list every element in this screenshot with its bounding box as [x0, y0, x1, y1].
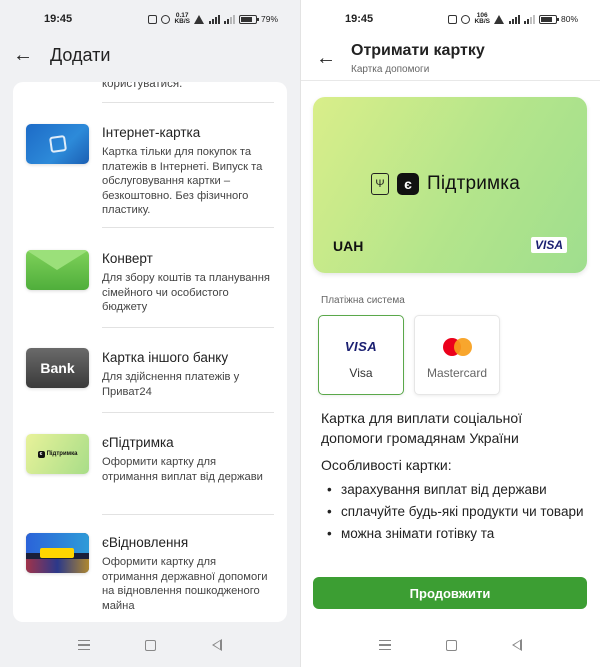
list-item-cutoff-text: користуватися.: [102, 82, 183, 90]
recent-apps-icon[interactable]: [77, 640, 90, 650]
visa-logo-icon: VISA: [530, 237, 567, 253]
back-arrow-icon[interactable]: ←: [12, 44, 34, 66]
battery-icon: [538, 14, 559, 24]
payment-option-visa[interactable]: VISA Visa: [318, 315, 404, 395]
card-brand: Ψ є Підтримка: [371, 173, 520, 195]
trident-icon: Ψ: [371, 173, 389, 195]
item-title: єПідтримка: [102, 435, 174, 450]
nfc-icon: [148, 14, 158, 24]
thumb-label: Підтримка: [46, 451, 78, 457]
status-icons: 106 KB/S 80%: [448, 12, 578, 25]
features-title: Особливості картки:: [321, 457, 452, 473]
product-list: користуватися. Інтернет-картка Картка ті…: [13, 82, 287, 622]
payment-system-label: Платіжна система: [321, 295, 405, 306]
left-screen: 19:45 0.17 KB/S 79% ← Додати користуватис…: [0, 0, 300, 667]
list-item-internet-card[interactable]: Інтернет-картка Картка тільки для покупо…: [13, 119, 287, 244]
back-arrow-icon[interactable]: ←: [315, 47, 337, 69]
envelope-thumbnail: [26, 250, 89, 290]
wifi-icon: [194, 15, 205, 24]
e-logo-icon: є: [397, 173, 419, 195]
status-time: 19:45: [44, 13, 73, 25]
list-item-evidnovlennya[interactable]: єВідновлення Оформити картку для отриман…: [13, 529, 287, 622]
net-speed: 0.17 KB/S: [174, 12, 190, 25]
signal-icon: [223, 14, 235, 24]
item-title: Картка іншого банку: [102, 350, 229, 365]
right-screen: 19:45 106 KB/S 80% ← Отримати картку Карт…: [300, 0, 600, 667]
signal-icon: [208, 14, 220, 24]
divider: [102, 514, 274, 515]
system-nav-bar: [301, 623, 600, 667]
card-currency: UAH: [333, 238, 364, 254]
payment-option-label: Mastercard: [426, 366, 488, 380]
item-description: Для здійснення платежів у Приват24: [102, 371, 240, 398]
e-logo-icon: є: [37, 450, 45, 458]
alarm-icon: [461, 14, 471, 24]
payment-option-label: Visa: [349, 366, 373, 380]
mastercard-logo-icon: [442, 338, 472, 356]
signal-icon: [523, 14, 535, 24]
status-bar: 19:45 106 KB/S 80%: [301, 0, 600, 38]
card-description: Картка для виплати соціальної допомоги г…: [321, 410, 523, 446]
item-title: єВідновлення: [102, 535, 189, 550]
feature-item: можна знімати готівку та: [327, 524, 586, 544]
page-subtitle: Картка допомоги: [351, 63, 430, 75]
home-icon[interactable]: [145, 639, 157, 651]
bank-card-thumbnail: Bank: [26, 348, 89, 388]
item-description: Оформити картку для отримання виплат від…: [102, 456, 263, 483]
divider: [102, 327, 274, 328]
list-item-other-bank-card[interactable]: Bank Картка іншого банку Для здійснення …: [13, 344, 287, 414]
divider: [102, 412, 274, 413]
features-list: зарахування виплат від держави сплачуйте…: [327, 480, 586, 546]
recent-apps-icon[interactable]: [378, 640, 391, 650]
battery-percent: 80%: [560, 14, 578, 24]
item-description: Оформити картку для отримання державної …: [102, 556, 268, 612]
item-description: Для збору коштів та планування сімейного…: [102, 272, 270, 313]
list-item-envelope[interactable]: Конверт Для збору коштів та планування с…: [13, 244, 287, 329]
top-bar: ← Отримати картку Картка допомоги: [301, 38, 600, 78]
visa-logo-icon: VISA: [344, 339, 378, 354]
system-back-icon[interactable]: [512, 639, 523, 651]
signal-icon: [508, 14, 520, 24]
page-title: Додати: [50, 44, 111, 65]
list-item-epidtrymka[interactable]: є Підтримка єПідтримка Оформити картку д…: [13, 430, 287, 516]
top-bar: ← Додати: [0, 38, 300, 72]
system-back-icon[interactable]: [212, 639, 223, 651]
page-title: Отримати картку: [351, 41, 485, 59]
net-speed: 106 KB/S: [474, 12, 490, 25]
item-description: Картка тільки для покупок та платежів в …: [102, 146, 263, 216]
card-brand-name: Підтримка: [427, 173, 521, 194]
item-title: Інтернет-картка: [102, 125, 201, 140]
privat-logo-icon: [48, 134, 67, 154]
divider: [102, 102, 274, 103]
battery-icon: [238, 14, 259, 24]
status-time: 19:45: [345, 13, 374, 25]
home-icon[interactable]: [445, 639, 457, 651]
internet-card-thumbnail: [26, 124, 89, 164]
feature-item: зарахування виплат від держави: [327, 480, 586, 500]
feature-item: сплачуйте будь-які продукти чи товари: [327, 502, 586, 522]
divider: [102, 227, 274, 228]
evidnovlennya-thumbnail: [26, 533, 89, 573]
epidtrymka-thumbnail: є Підтримка: [26, 434, 89, 474]
payment-option-mastercard[interactable]: Mastercard: [414, 315, 500, 395]
wifi-icon: [494, 15, 505, 24]
nfc-icon: [448, 14, 458, 24]
card-preview: Ψ є Підтримка UAH VISA: [313, 97, 587, 273]
divider: [301, 80, 600, 81]
system-nav-bar: [0, 623, 300, 667]
continue-button[interactable]: Продовжити: [313, 577, 587, 609]
battery-percent: 79%: [260, 14, 278, 24]
status-bar: 19:45 0.17 KB/S 79%: [0, 0, 300, 38]
item-title: Конверт: [102, 251, 153, 266]
status-icons: 0.17 KB/S 79%: [148, 12, 278, 25]
alarm-icon: [161, 14, 171, 24]
